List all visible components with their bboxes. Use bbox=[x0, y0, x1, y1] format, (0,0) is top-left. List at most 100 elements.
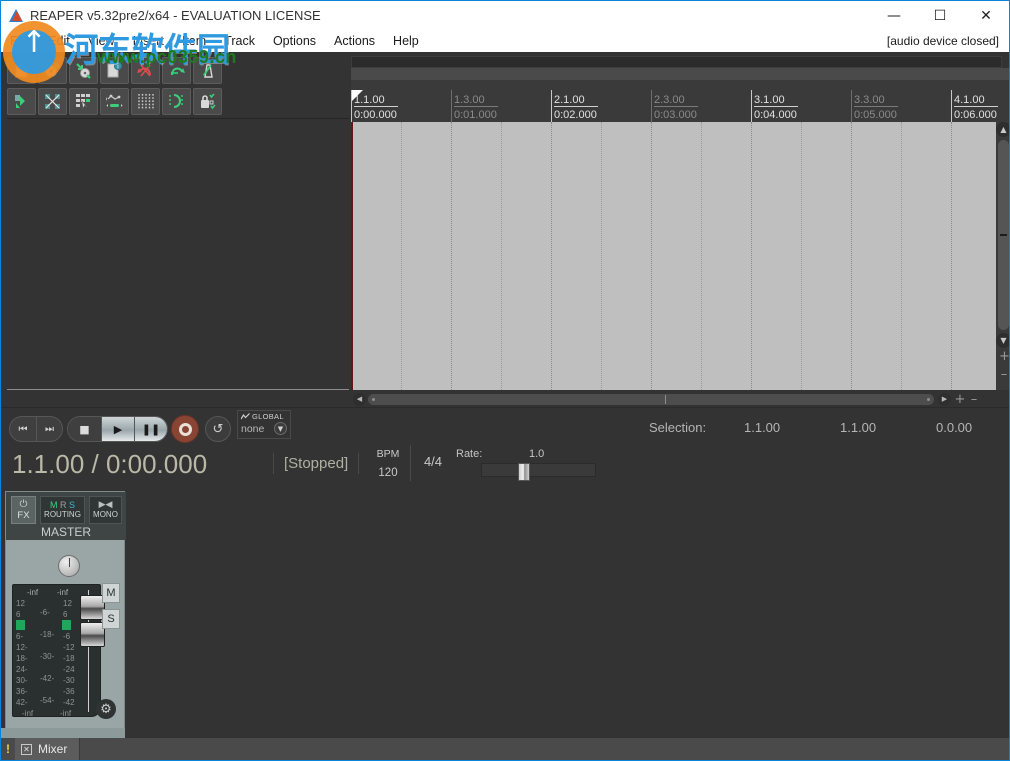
ruler-mark[interactable]: 2.1.00 0:02.000 bbox=[551, 90, 598, 122]
ruler-mark[interactable]: 3.3.00 0:05.000 bbox=[851, 90, 898, 122]
project-settings-icon[interactable]: i bbox=[100, 57, 129, 84]
meter-scale-center: -42- bbox=[40, 674, 55, 683]
zoom-out-vertical-button[interactable]: – bbox=[999, 368, 1009, 381]
scroll-left-button[interactable]: ◀ bbox=[353, 392, 366, 406]
meter-scale-left: -inf bbox=[22, 709, 34, 717]
edit-cursor[interactable] bbox=[351, 122, 353, 390]
selection-end[interactable]: 1.1.00 bbox=[840, 420, 936, 435]
menu-item-insert[interactable]: Insert bbox=[124, 32, 173, 50]
time-signature[interactable]: 4/4 bbox=[416, 454, 450, 469]
ruler-mark[interactable]: 3.1.00 0:04.000 bbox=[751, 90, 798, 122]
master-track-name[interactable]: MASTER bbox=[6, 525, 126, 539]
master-solo-button[interactable]: S bbox=[102, 609, 120, 629]
automation-icon[interactable] bbox=[100, 88, 129, 115]
pause-button[interactable]: ❚❚ bbox=[134, 417, 167, 441]
ruler-mark[interactable]: 4.1.00 0:06.000 bbox=[951, 90, 998, 122]
tempo-lane[interactable] bbox=[351, 80, 1009, 90]
routing-matrix-icon[interactable] bbox=[38, 88, 67, 115]
save-project-icon[interactable] bbox=[69, 57, 98, 84]
timeline-ruler[interactable]: 1.1.00 0:00.000 1.3.00 0:01.000 2.1.00 0:02.0… bbox=[351, 90, 1009, 122]
selection-start[interactable]: 1.1.00 bbox=[744, 420, 840, 435]
rate-slider-track[interactable] bbox=[481, 463, 596, 477]
stop-button[interactable]: ■ bbox=[68, 417, 101, 441]
bottom-dock-bar: ! ✕ Mixer bbox=[1, 738, 1009, 760]
menu-item-file[interactable]: File bbox=[1, 32, 39, 50]
grid-icon[interactable] bbox=[131, 88, 160, 115]
scroll-right-button[interactable]: ▶ bbox=[938, 392, 951, 406]
close-button[interactable]: ✕ bbox=[963, 1, 1009, 30]
go-to-end-button[interactable]: ⏭ bbox=[36, 417, 62, 441]
menu-item-options[interactable]: Options bbox=[264, 32, 325, 50]
menu-item-edit[interactable]: Edit bbox=[39, 32, 79, 50]
ruler-mark[interactable]: 2.3.00 0:03.000 bbox=[651, 90, 698, 122]
grid-line bbox=[501, 122, 502, 390]
scroll-down-button[interactable]: ▼ bbox=[996, 333, 1009, 348]
zoom-in-horizontal-button[interactable]: + bbox=[953, 392, 967, 407]
reaper-window: REAPER v5.32pre2/x64 - EVALUATION LICENS… bbox=[0, 0, 1010, 761]
maximize-button[interactable]: ☐ bbox=[917, 1, 963, 30]
dock-tab-label: Mixer bbox=[38, 742, 68, 756]
envelope-icon[interactable] bbox=[7, 88, 36, 115]
ruler-time-label: 0:01.000 bbox=[454, 109, 497, 121]
routing-button[interactable]: M R S ROUTING bbox=[40, 496, 85, 524]
repeat-button[interactable]: ↺ bbox=[205, 416, 231, 442]
grouping-icon[interactable] bbox=[69, 88, 98, 115]
arrange-view[interactable] bbox=[351, 122, 996, 390]
ruler-mark[interactable]: 1.3.00 0:01.000 bbox=[451, 90, 498, 122]
open-project-icon[interactable] bbox=[38, 57, 67, 84]
mixer-resize-handle[interactable] bbox=[1, 728, 125, 738]
meter-scale-right: -30 bbox=[63, 676, 75, 685]
lock-icon[interactable] bbox=[193, 88, 222, 115]
horizontal-scrollbar[interactable]: ◀ ▶ + – bbox=[351, 391, 1009, 407]
grid-line bbox=[801, 122, 802, 390]
marker-lane[interactable] bbox=[351, 56, 1002, 68]
rate-slider-thumb[interactable] bbox=[518, 463, 530, 481]
meter-scale-center: -18- bbox=[40, 630, 55, 639]
routing-s-indicator: S bbox=[69, 500, 76, 510]
rate-value[interactable]: 1.0 bbox=[529, 448, 544, 460]
play-button[interactable]: ▶ bbox=[101, 417, 134, 441]
transport-main-group: ■ ▶ ❚❚ bbox=[67, 416, 168, 442]
playhead-time-display[interactable]: 1.1.00 / 0:00.000 bbox=[12, 449, 207, 480]
mono-button[interactable]: ▶◀ MONO bbox=[89, 496, 122, 524]
chevron-down-icon[interactable]: ▼ bbox=[274, 422, 287, 435]
global-automation-value-row[interactable]: none ▼ bbox=[241, 422, 287, 435]
zoom-out-horizontal-button[interactable]: – bbox=[967, 392, 981, 407]
zoom-in-vertical-button[interactable]: + bbox=[999, 350, 1009, 363]
region-lane[interactable] bbox=[351, 68, 1009, 80]
track-control-panel[interactable] bbox=[7, 118, 349, 390]
close-icon[interactable]: ✕ bbox=[21, 743, 32, 755]
bpm-value[interactable]: 120 bbox=[366, 467, 410, 479]
undo-icon[interactable] bbox=[131, 57, 160, 84]
playhead-marker-icon bbox=[352, 90, 363, 101]
selection-length[interactable]: 0.0.00 bbox=[936, 420, 972, 435]
grid-line bbox=[651, 122, 652, 390]
warning-icon[interactable]: ! bbox=[1, 742, 15, 756]
menu-item-view[interactable]: View bbox=[79, 32, 124, 50]
new-project-icon[interactable] bbox=[7, 57, 36, 84]
go-to-start-button[interactable]: ⏮ bbox=[10, 417, 36, 441]
horizontal-scroll-thumb[interactable] bbox=[368, 393, 934, 405]
scroll-up-button[interactable]: ▲ bbox=[996, 122, 1009, 137]
menu-item-item[interactable]: Item bbox=[173, 32, 215, 50]
menu-item-actions[interactable]: Actions bbox=[325, 32, 384, 50]
record-button[interactable] bbox=[171, 415, 199, 443]
menu-item-help[interactable]: Help bbox=[384, 32, 428, 50]
bpm-control[interactable]: BPM 120 bbox=[366, 445, 411, 481]
loop-icon[interactable] bbox=[162, 88, 191, 115]
vertical-scroll-thumb[interactable] bbox=[998, 140, 1009, 330]
track-panel-separator bbox=[7, 389, 349, 390]
dock-tab-mixer[interactable]: ✕ Mixer bbox=[15, 738, 81, 760]
metronome-icon[interactable] bbox=[193, 57, 222, 84]
global-automation-mode[interactable]: GLOBAL none ▼ bbox=[237, 410, 291, 439]
menu-item-track[interactable]: Track bbox=[215, 32, 264, 50]
minimize-button[interactable]: — bbox=[871, 1, 917, 30]
meter-scale-left: 36- bbox=[16, 687, 28, 696]
redo-icon[interactable] bbox=[162, 57, 191, 84]
master-mute-button[interactable]: M bbox=[102, 583, 120, 603]
title-bar: REAPER v5.32pre2/x64 - EVALUATION LICENS… bbox=[1, 1, 1009, 30]
vertical-scrollbar[interactable]: ▲ ▼ + – bbox=[996, 122, 1009, 390]
fx-button[interactable]: ⏻ FX bbox=[11, 496, 36, 524]
gear-icon[interactable]: ⚙ bbox=[96, 699, 116, 719]
pan-knob[interactable] bbox=[58, 555, 80, 577]
